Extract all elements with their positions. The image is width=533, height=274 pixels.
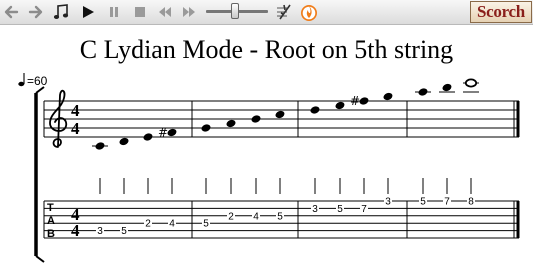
rhythm-stems [99,178,472,194]
tab-fret-number: 5 [337,204,343,215]
notehead [119,137,129,146]
staff-lines [44,100,519,138]
tab-fret-number: 7 [361,204,367,215]
notehead [226,119,236,128]
notehead [310,106,320,114]
score-canvas: 4 4 T A B 4 4 ## 3 52 4 52 4 53 5 73 5 7 8 [34,78,520,263]
notehead [464,78,478,88]
tab-fret-number: 3 [312,204,318,215]
tab-fret-number: 5 [121,226,127,237]
tab-fret-number: 4 [169,219,175,230]
staff-time-sig-top: 4 [71,101,80,120]
staff-time-sig-bottom: 4 [71,119,80,138]
notehead [383,92,393,101]
tab-fret-number: 3 [385,197,391,208]
notehead [335,101,345,110]
notehead [167,128,177,137]
tab-time-sig-bottom: 4 [71,221,80,240]
tab-fret-number: 5 [420,197,426,208]
notehead [418,88,428,96]
notehead [442,83,452,92]
notehead [359,97,369,105]
system-bracket-bottom-cap [35,255,45,263]
notehead [143,133,153,141]
tab-fret-number: 3 [97,226,103,237]
tab-fret-number: 2 [228,211,234,222]
system-bracket-top-cap [35,86,45,94]
tab-fret-number: 4 [253,211,259,222]
notehead [201,124,211,132]
notehead [275,110,285,119]
tab-fret-number: 5 [203,219,209,230]
tab-fret-number: 8 [468,197,474,208]
sharp-accidental: # [158,126,168,140]
notehead [251,115,261,123]
tab-label-a: A [47,215,55,227]
notes-layer: ## [92,78,479,150]
tab-fret-number: 5 [277,211,283,222]
notehead [95,142,105,150]
sharp-accidental: # [350,94,360,108]
tab-fret-number: 2 [145,219,151,230]
tab-fret-number: 7 [444,197,450,208]
tab-label-b: B [47,228,55,240]
tab-label-t: T [47,202,54,214]
